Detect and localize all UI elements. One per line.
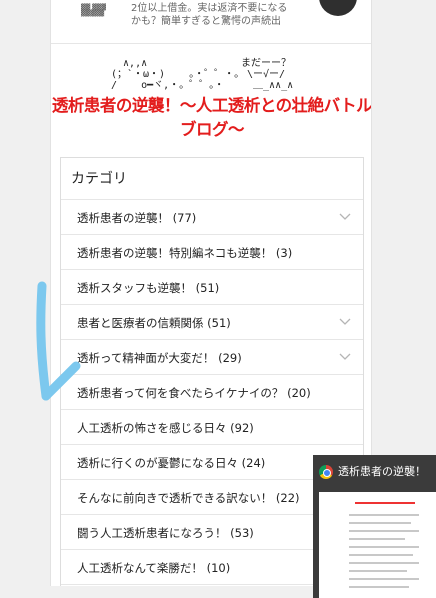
thumb-line: [349, 570, 407, 572]
thumb-line: [349, 562, 419, 564]
ad-line-2: かも？簡単すぎると驚愕の声続出: [131, 16, 281, 27]
thumb-red-line: [355, 502, 415, 504]
tab-preview-header: 透析患者の逆襲！: [313, 455, 436, 488]
category-heading: カテゴリ: [61, 158, 363, 200]
thumb-line: [349, 546, 419, 548]
category-item-label: 透析患者の逆襲！特別編ネコも逆襲！ (3): [77, 246, 293, 260]
ascii-art-left: ∧,,∧ (；`・ω・) 。・゜゜・。 / ο━ヾ,・。゜゜。・: [111, 58, 245, 91]
chevron-down-icon[interactable]: [339, 315, 351, 327]
category-item-label: 人工透析なんて楽勝だ！ (10): [77, 561, 231, 575]
category-item[interactable]: 透析スタッフも逆襲！ (51): [61, 270, 363, 305]
page: ▓▓ ▓▓▓ ▓▓▓▓▓ 2位以上借金。実は返済不要になる かも？簡単すぎると驚…: [0, 0, 436, 598]
category-item-label: 透析って精神面が大変だ！ (29): [77, 351, 242, 365]
ad-thumbnail: ▓▓ ▓▓▓ ▓▓▓▓▓: [81, 4, 106, 17]
thumb-line: [349, 586, 409, 588]
thumb-line: [349, 554, 413, 556]
thumb-line: [349, 578, 419, 580]
category-item-label: 透析患者の逆襲！ (77): [77, 211, 197, 225]
chevron-down-icon[interactable]: [339, 210, 351, 222]
category-item-label: 透析患者って何を食べたらイケナイの？ (20): [77, 386, 311, 400]
category-item[interactable]: 人工透析の怖さを感じる日々 (92): [61, 410, 363, 445]
ad-banner[interactable]: ▓▓ ▓▓▓ ▓▓▓▓▓ 2位以上借金。実は返済不要になる かも？簡単すぎると驚…: [51, 0, 371, 44]
ascii-art-right: まだーー？ \ー√ー/ ＿_∧∧_∧: [241, 58, 294, 91]
category-item-label: 透析に行くのが憂鬱になる日々 (24): [77, 456, 266, 470]
category-item[interactable]: 患者と医療者の信頼関係 (51): [61, 305, 363, 340]
category-item-label: そんなに前向きで透析できる訳ない！ (22): [77, 491, 300, 505]
category-item-label: 透析スタッフも逆襲！ (51): [77, 281, 220, 295]
blog-title[interactable]: 透析患者の逆襲！～人工透析との壮絶バトルブログ～: [51, 94, 371, 142]
browser-tab-preview[interactable]: 透析患者の逆襲！: [313, 455, 436, 598]
category-item[interactable]: 透析って精神面が大変だ！ (29): [61, 340, 363, 375]
ad-text[interactable]: 2位以上借金。実は返済不要になる かも？簡単すぎると驚愕の声続出: [131, 2, 331, 28]
category-item-label: 人工透析の怖さを感じる日々 (92): [77, 421, 254, 435]
thumb-line: [349, 538, 405, 540]
category-item[interactable]: 透析患者の逆襲！ (77): [61, 200, 363, 235]
thumb-line: [349, 530, 419, 532]
thumb-line: [349, 522, 411, 524]
category-item-label: 患者と医療者の信頼関係 (51): [77, 316, 231, 330]
chrome-icon: [319, 465, 333, 479]
annotation-arrow-icon: [36, 281, 81, 401]
category-item-label: 闘う人工透析患者になろう！ (53): [77, 526, 254, 540]
thumb-line: [349, 514, 419, 516]
ad-line-1: 2位以上借金。実は返済不要になる: [131, 3, 288, 14]
tab-preview-title: 透析患者の逆襲！: [338, 465, 426, 478]
category-item[interactable]: 透析患者って何を食べたらイケナイの？ (20): [61, 375, 363, 410]
chevron-down-icon[interactable]: [339, 350, 351, 362]
category-item[interactable]: 透析患者の逆襲！特別編ネコも逆襲！ (3): [61, 235, 363, 270]
blog-header-banner[interactable]: ∧,,∧ (；`・ω・) 。・゜゜・。 / ο━ヾ,・。゜゜。・ まだーー？ \…: [51, 48, 371, 148]
tab-preview-thumbnail: [319, 492, 436, 598]
